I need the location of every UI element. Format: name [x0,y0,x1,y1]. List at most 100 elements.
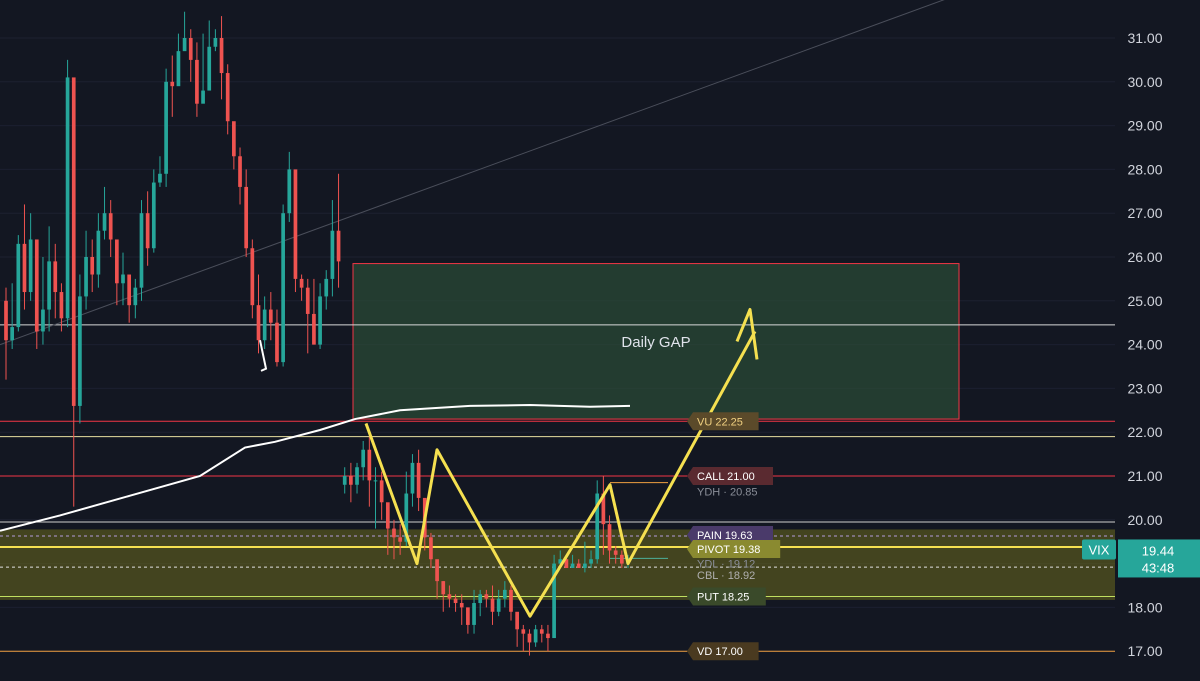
candle-body[interactable] [182,38,187,52]
candle-body[interactable] [244,186,249,249]
candle[interactable] [34,239,39,349]
candle-body[interactable] [71,77,76,406]
candle[interactable] [127,274,132,323]
candle-body[interactable] [478,594,483,604]
candle-body[interactable] [472,603,476,625]
candle[interactable] [145,191,150,266]
candle-body[interactable] [139,213,144,288]
candle-body[interactable] [16,243,21,328]
candle-body[interactable] [324,278,329,297]
candle[interactable] [355,462,359,494]
vix-candlestick-chart[interactable]: Daily GAP VU 22.25 CALL 21.00 YDH · 20.85 P… [0,0,1200,681]
candle[interactable] [207,20,212,91]
candle-body[interactable] [127,274,132,306]
candle-body[interactable] [41,309,45,332]
candle-body[interactable] [361,449,366,468]
candle[interactable] [416,449,421,512]
candle-body[interactable] [435,559,439,582]
candle-body[interactable] [613,550,618,555]
candle[interactable] [96,213,101,288]
candle[interactable] [552,554,556,639]
candle[interactable] [299,274,304,301]
candle-body[interactable] [287,169,292,214]
candle-body[interactable] [429,537,433,560]
candle-body[interactable] [275,322,279,363]
candle-body[interactable] [484,594,489,599]
candle-body[interactable] [607,524,612,551]
candle-body[interactable] [521,629,526,634]
candle-body[interactable] [410,462,415,494]
candle-body[interactable] [262,309,267,341]
candle[interactable] [361,440,366,481]
candle-body[interactable] [342,476,347,485]
candle[interactable] [232,121,236,170]
candle-body[interactable] [4,300,8,341]
candle-body[interactable] [133,287,138,306]
candle-body[interactable] [59,292,64,319]
candle-body[interactable] [213,38,218,47]
candle-body[interactable] [349,476,353,485]
candle-body[interactable] [250,248,255,306]
candle[interactable] [59,283,64,332]
candle-body[interactable] [576,563,581,568]
candle[interactable] [275,309,279,367]
candle-body[interactable] [232,121,236,157]
candle-body[interactable] [570,563,575,568]
candle[interactable] [268,292,273,341]
candle-body[interactable] [305,287,310,314]
candle-body[interactable] [527,633,532,643]
candle-body[interactable] [496,598,501,612]
candle[interactable] [84,230,88,310]
candle-body[interactable] [158,173,162,183]
candle[interactable] [281,204,285,367]
candle-body[interactable] [65,77,70,319]
candle[interactable] [164,68,168,187]
candle-body[interactable] [121,274,125,284]
candle-body[interactable] [238,156,242,187]
candle-body[interactable] [225,73,230,122]
candle-body[interactable] [90,257,95,275]
candle-body[interactable] [515,611,519,630]
candle-body[interactable] [108,213,113,240]
candle-body[interactable] [293,169,298,279]
candle[interactable] [182,11,187,52]
candle-body[interactable] [379,480,384,503]
candle[interactable] [336,173,341,288]
candle-body[interactable] [219,38,224,74]
candle-body[interactable] [164,81,168,174]
candle[interactable] [47,226,51,332]
candle[interactable] [65,59,70,328]
candle[interactable] [410,454,415,507]
candle-body[interactable] [392,528,396,538]
candle[interactable] [509,585,513,621]
candle-body[interactable] [355,467,359,485]
candle-body[interactable] [78,296,82,406]
candle[interactable] [533,624,538,647]
candle-body[interactable] [268,309,273,323]
candle-body[interactable] [170,81,175,87]
candle[interactable] [515,611,519,647]
candle[interactable] [244,169,249,257]
candle[interactable] [312,278,316,345]
candle[interactable] [22,204,27,310]
candle-body[interactable] [441,581,446,595]
candle[interactable] [539,624,544,643]
candle[interactable] [250,239,255,319]
candle[interactable] [293,169,298,293]
candle-body[interactable] [281,213,285,363]
candle[interactable] [170,55,175,117]
candle-body[interactable] [318,296,322,345]
candle-body[interactable] [546,633,550,639]
candle-body[interactable] [367,449,372,481]
candle[interactable] [10,283,15,349]
candle-body[interactable] [96,230,101,275]
candle[interactable] [176,33,181,87]
candle[interactable] [133,278,138,319]
candle-body[interactable] [176,51,181,87]
candle[interactable] [367,436,372,507]
candle-body[interactable] [207,46,212,91]
candle[interactable] [213,29,218,52]
candle-body[interactable] [145,213,150,249]
candle-body[interactable] [102,213,107,231]
candle[interactable] [121,252,125,306]
